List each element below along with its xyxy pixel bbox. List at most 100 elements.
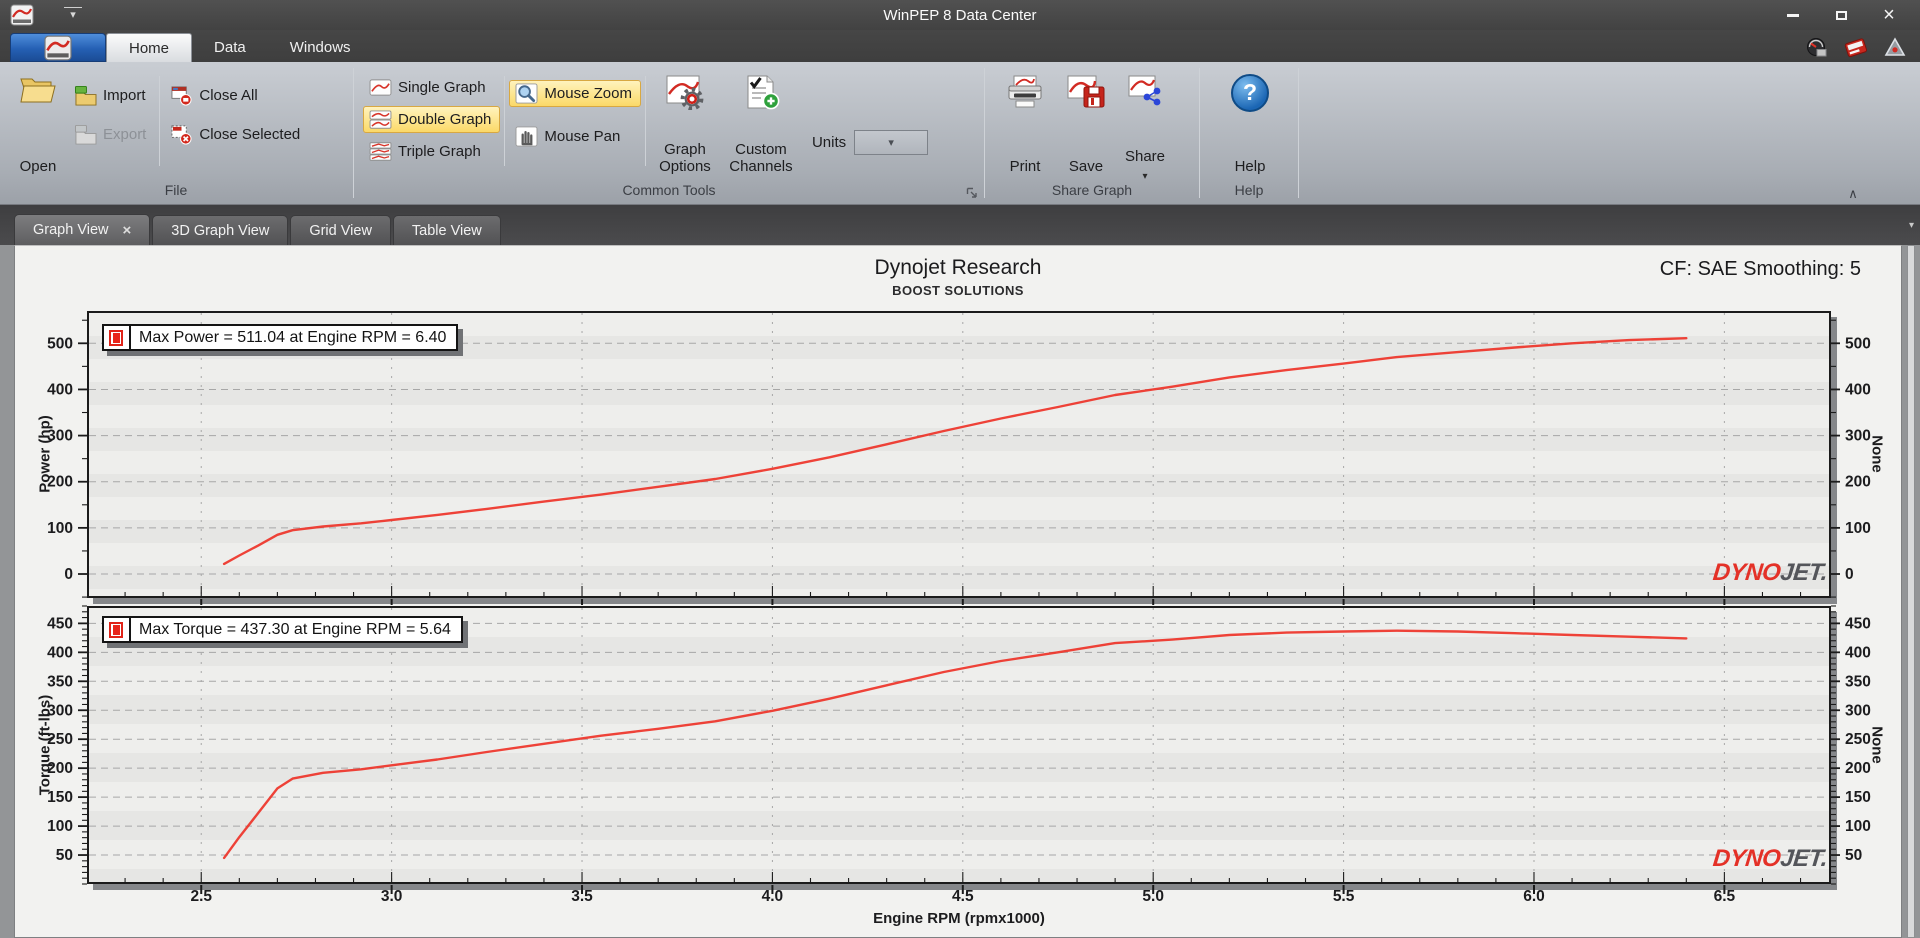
export-csv-icon [73,124,97,145]
tab-grid-view[interactable]: Grid View [290,215,391,245]
mouse-zoom-button[interactable]: Mouse Zoom [509,80,641,107]
save-button[interactable]: Save [1056,66,1116,180]
svg-text:100: 100 [47,818,73,835]
svg-text:200: 200 [1845,760,1871,777]
close-button[interactable]: × [1872,4,1906,26]
svg-text:50: 50 [56,847,73,864]
tab-3d-graph-view[interactable]: 3D Graph View [152,215,289,245]
gauge-status-icon[interactable] [1806,37,1828,59]
separator [504,76,506,166]
maximize-button[interactable] [1824,5,1858,25]
close-tab-icon[interactable]: × [123,222,132,239]
help-button[interactable]: ? Help [1220,66,1280,180]
graph-header: Dynojet Research BOOST SOLUTIONS CF: SAE… [15,256,1901,298]
dialog-launcher-icon[interactable] [966,186,979,199]
svg-text:300: 300 [1845,428,1871,445]
custom-channels-icon [741,74,781,115]
main-area: Graph View × 3D Graph View Grid View Tab… [0,205,1920,938]
single-graph-button[interactable]: Single Graph [363,74,500,101]
print-button[interactable]: Print [994,66,1056,180]
vertical-scrollbar[interactable] [1907,245,1915,938]
x-tick-label: 6.0 [1523,888,1545,905]
minimize-button[interactable] [1776,5,1810,25]
x-tick-label: 5.5 [1332,888,1355,905]
svg-text:100: 100 [47,520,73,537]
power-legend[interactable]: Max Power = 511.04 at Engine RPM = 6.40 [102,324,459,351]
titlebar: ▾ WinPEP 8 Data Center × [0,0,1920,30]
ribbon-group-common-tools: Single Graph Double Graph Triple Graph M… [355,62,983,204]
save-floppy-icon [1066,74,1106,115]
power-plot-area[interactable] [87,311,1831,598]
tab-table-view[interactable]: Table View [392,215,501,245]
x-tick-label: 4.0 [761,888,784,905]
double-graph-icon [368,110,392,129]
x-tick-label: 4.5 [952,888,974,905]
triple-graph-icon [368,142,392,161]
mouse-pan-button[interactable]: Mouse Pan [509,123,641,150]
svg-text:400: 400 [1845,644,1871,661]
document-tab-strip: Graph View × 3D Graph View Grid View Tab… [0,205,1920,245]
export-button[interactable]: Export [68,121,155,148]
svg-text:100: 100 [1845,818,1871,835]
device-status-icon[interactable] [1844,37,1868,59]
svg-text:0: 0 [64,566,73,583]
dynojet-logo: DYNOJET. [1711,845,1829,872]
close-selected-button[interactable]: Close Selected [164,121,309,148]
close-all-button[interactable]: Close All [164,82,309,109]
group-label-help: Help [1234,182,1264,198]
ribbon-group-share-graph: Print Save Share ▾ Share Graph [986,62,1198,204]
group-separator [353,68,354,198]
share-button[interactable]: Share ▾ [1116,66,1174,182]
svg-text:100: 100 [1845,520,1871,537]
open-folder-icon [18,74,58,111]
group-label-share-graph: Share Graph [1051,182,1133,198]
help-question-icon: ? [1231,74,1269,112]
share-nodes-icon [1127,74,1163,111]
units-dropdown[interactable]: ▾ [854,129,929,155]
ribbon-tab-windows[interactable]: Windows [268,33,373,62]
correction-smoothing-label: CF: SAE Smoothing: 5 [1659,258,1861,280]
application-menu-button[interactable] [10,33,106,62]
torque-plot-area[interactable] [87,606,1831,884]
svg-text:350: 350 [1845,673,1871,690]
minimize-icon [1787,13,1799,17]
torque-legend[interactable]: Max Torque = 437.30 at Engine RPM = 5.64 [102,616,463,643]
torque-series-swatch [109,621,123,638]
graph-view-panel: Dynojet Research BOOST SOLUTIONS CF: SAE… [14,245,1902,938]
svg-text:450: 450 [1845,615,1871,632]
svg-text:500: 500 [47,335,73,352]
open-button[interactable]: Open [8,66,68,180]
power-series-swatch [109,329,123,346]
graph-title: Dynojet Research [874,256,1042,279]
window-controls: × [1776,4,1920,26]
group-separator [984,68,985,198]
ribbon-tab-home[interactable]: Home [106,33,193,62]
collapse-ribbon-icon[interactable]: ∧ [1842,186,1864,202]
magnifier-icon [514,83,538,104]
ribbon-tab-data[interactable]: Data [192,33,268,62]
x-axis: Engine RPM (rpmx1000) 2.5 3.0 3.5 4.0 4.5 5.0… [15,886,1901,936]
x-tick-label: 2.5 [190,888,213,905]
group-separator [1199,68,1200,198]
import-csv-icon [73,85,97,106]
separator [159,76,161,166]
triple-graph-button[interactable]: Triple Graph [363,138,500,165]
svg-text:0: 0 [1845,566,1854,583]
double-graph-button[interactable]: Double Graph [363,106,501,133]
svg-text:50: 50 [1845,847,1862,864]
close-all-icon [169,85,193,106]
custom-channels-button[interactable]: Custom Channels [720,66,802,180]
single-graph-icon [368,78,392,97]
alert-status-icon[interactable] [1884,37,1906,59]
tab-graph-view[interactable]: Graph View × [14,214,151,245]
import-button[interactable]: Import [68,82,155,109]
separator [644,76,646,166]
maximize-icon [1835,10,1847,20]
x-tick-label: 5.0 [1142,888,1164,905]
chevron-down-icon: ▾ [888,136,894,149]
svg-text:400: 400 [47,381,73,398]
x-tick-label: 3.0 [380,888,403,905]
tab-overflow-icon[interactable]: ▾ [1909,220,1914,231]
graph-options-button[interactable]: Graph Options [650,66,720,180]
printer-icon [1005,74,1045,115]
